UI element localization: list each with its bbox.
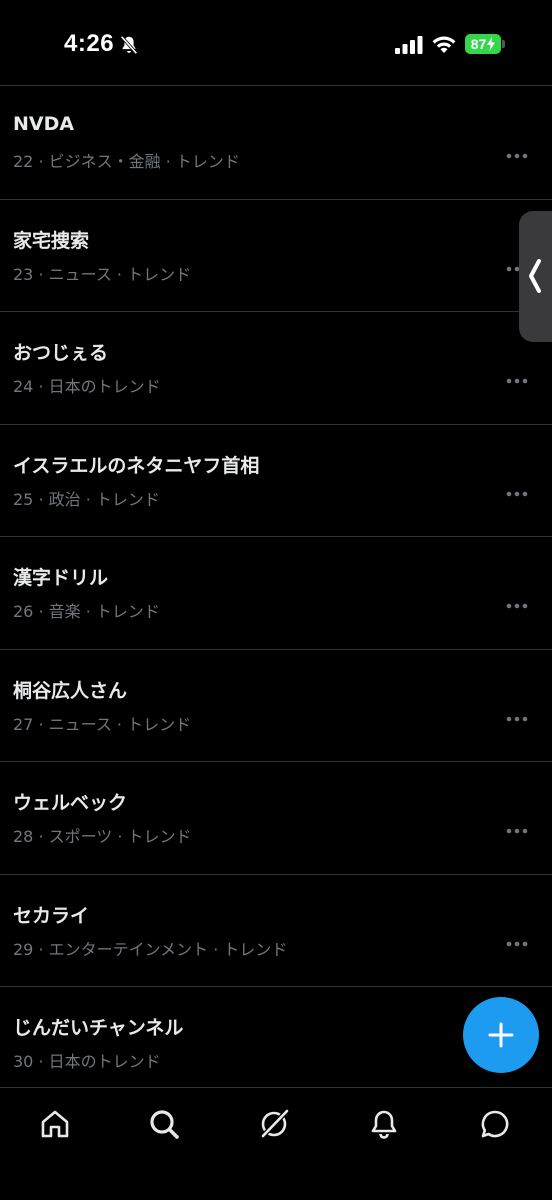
- more-options-icon[interactable]: [506, 941, 528, 947]
- trend-meta: 26 · 音楽 · トレンド: [13, 602, 160, 621]
- trend-meta: 22 · ビジネス・金融 · トレンド: [13, 152, 240, 171]
- chevron-left-icon: [529, 259, 541, 293]
- trend-meta: 30 · 日本のトレンド: [13, 1052, 161, 1071]
- status-time: 4:26: [64, 30, 115, 57]
- trend-title: じんだいチャンネル: [13, 1017, 184, 1039]
- bottom-nav: [0, 1087, 552, 1200]
- battery-cap: [502, 40, 505, 48]
- nav-search[interactable]: [144, 1104, 184, 1144]
- trend-meta: 25 · 政治 · トレンド: [13, 489, 160, 509]
- notifications-icon: [371, 1110, 397, 1139]
- wifi-icon: [432, 36, 456, 53]
- trend-meta: 27 · ニュース · トレンド: [13, 714, 192, 734]
- trend-item[interactable]: おつじぇる 24 · 日本のトレンド: [0, 312, 552, 425]
- cellular-signal-icon: [395, 36, 423, 54]
- trend-title: セカライ: [13, 904, 90, 927]
- trend-meta: 29 · エンターテインメント · トレンド: [13, 939, 288, 959]
- trend-item[interactable]: 家宅捜索 23 · ニュース · トレンド: [0, 200, 552, 312]
- compose-button[interactable]: [463, 997, 539, 1073]
- nav-home[interactable]: [35, 1104, 75, 1144]
- plus-icon: [488, 1022, 514, 1048]
- more-options-icon[interactable]: [506, 828, 528, 834]
- trend-list: NVDA 22 · ビジネス・金融 · トレンド 家宅捜索 23 · ニュース …: [0, 87, 552, 1100]
- trend-item[interactable]: 漢字ドリル 26 · 音楽 · トレンド: [0, 537, 552, 650]
- nav-notifications[interactable]: [364, 1104, 404, 1144]
- messages-icon: [481, 1110, 509, 1138]
- bell-slash-icon: [120, 35, 138, 55]
- trend-title: おつじぇる: [13, 342, 109, 364]
- grok-icon: [261, 1109, 289, 1138]
- trend-item[interactable]: NVDA 22 · ビジネス・金融 · トレンド: [0, 87, 552, 200]
- trend-meta: 23 · ニュース · トレンド: [13, 264, 192, 284]
- trend-title: 桐谷広人さん: [13, 679, 128, 702]
- more-options-icon[interactable]: [506, 603, 528, 609]
- trend-item[interactable]: 桐谷広人さん 27 · ニュース · トレンド: [0, 650, 552, 762]
- charging-bolt-icon: [487, 37, 496, 51]
- side-panel-handle[interactable]: [519, 211, 552, 342]
- more-options-icon[interactable]: [506, 716, 528, 722]
- home-icon: [41, 1110, 69, 1138]
- trend-title: 家宅捜索: [13, 229, 90, 252]
- search-icon: [150, 1110, 179, 1139]
- more-options-icon[interactable]: [506, 378, 528, 384]
- trend-title: ウェルベック: [13, 792, 128, 814]
- battery-indicator: 87: [465, 34, 501, 54]
- trend-item[interactable]: セカライ 29 · エンターテインメント · トレンド: [0, 875, 552, 987]
- nav-grok[interactable]: [254, 1104, 294, 1144]
- trends-screen: 4:26 87 NVDA 22 · ビジネス・金融 · トレンド 家宅捜索 23…: [0, 0, 552, 1200]
- trend-meta: 24 · 日本のトレンド: [13, 377, 161, 396]
- trend-item[interactable]: イスラエルのネタニヤフ首相 25 · 政治 · トレンド: [0, 425, 552, 537]
- nav-messages[interactable]: [475, 1104, 515, 1144]
- trend-title: イスラエルのネタニヤフ首相: [13, 454, 260, 477]
- trend-item[interactable]: ウェルベック 28 · スポーツ · トレンド: [0, 762, 552, 875]
- trend-title: NVDA: [13, 113, 75, 135]
- more-options-icon[interactable]: [506, 491, 528, 497]
- status-bar: 4:26 87: [0, 0, 552, 86]
- more-options-icon[interactable]: [506, 153, 528, 159]
- battery-level: 87: [470, 36, 487, 52]
- trend-title: 漢字ドリル: [13, 567, 109, 589]
- trend-meta: 28 · スポーツ · トレンド: [13, 827, 192, 846]
